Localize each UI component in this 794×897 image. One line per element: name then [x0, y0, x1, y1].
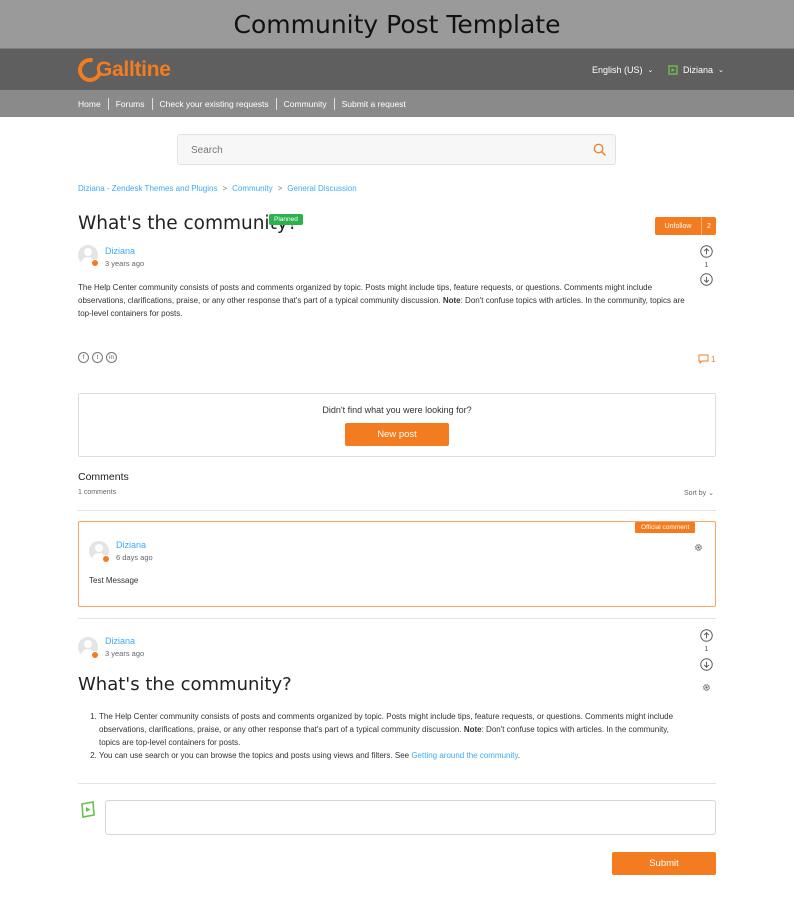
chevron-down-icon: ⌄: [647, 67, 654, 74]
submit-button[interactable]: Submit: [612, 852, 716, 875]
status-badge: Planned: [269, 214, 303, 225]
post-author[interactable]: Diziana: [105, 246, 135, 256]
template-title-bar: Community Post Template: [0, 0, 794, 49]
list-item: The Help Center community consists of po…: [99, 710, 690, 749]
sort-by-dropdown[interactable]: Sort by ⌄: [684, 489, 714, 497]
comment-reply-textarea[interactable]: [105, 800, 716, 835]
vote-count: 1: [704, 646, 709, 653]
breadcrumb-link[interactable]: Diziana - Zendesk Themes and Plugins: [78, 184, 217, 193]
user-name: Diziana: [683, 65, 714, 75]
comment-author[interactable]: Diziana: [105, 636, 135, 646]
new-post-question: Didn't find what you were looking for?: [322, 405, 472, 415]
breadcrumb: Diziana - Zendesk Themes and Plugins > C…: [78, 184, 357, 193]
comments-heading: Comments: [78, 471, 129, 483]
search-box: [177, 134, 616, 166]
logo[interactable]: Galltine: [73, 53, 171, 87]
search-input[interactable]: [178, 135, 573, 166]
logo-text: Galltine: [96, 58, 171, 81]
comment-message: Test Message: [89, 576, 139, 585]
list-item: You can use search or you can browse the…: [99, 749, 690, 762]
comment-title: What's the community?: [78, 674, 292, 695]
post-time: 3 years ago: [105, 259, 145, 268]
unfollow-button[interactable]: Unfollow 2: [655, 217, 716, 235]
post-body: The Help Center community consists of po…: [78, 283, 685, 318]
vote-up-icon[interactable]: [700, 245, 713, 258]
breadcrumb-separator: >: [277, 184, 283, 193]
comment-bubble-icon: [698, 354, 709, 364]
search-icon[interactable]: [593, 143, 606, 156]
breadcrumb-link[interactable]: Community: [232, 184, 272, 193]
comment-time: 3 years ago: [105, 649, 145, 658]
breadcrumb-separator: >: [222, 184, 228, 193]
agent-badge-icon: [91, 651, 99, 659]
facebook-icon[interactable]: f: [78, 352, 89, 363]
twitter-icon[interactable]: t: [92, 352, 103, 363]
comments-count: 1 comments: [78, 489, 117, 496]
vote-count: 1: [704, 262, 709, 269]
official-comment: [78, 521, 716, 607]
comment-time: 6 days ago: [116, 553, 153, 562]
official-comment-badge: Official comment: [635, 522, 696, 533]
user-menu[interactable]: Diziana ⌄: [668, 65, 724, 75]
vote-down-icon[interactable]: [700, 273, 713, 286]
gear-icon[interactable]: [702, 683, 711, 692]
gear-icon[interactable]: [694, 543, 703, 552]
chevron-down-icon: ⌄: [708, 490, 715, 497]
getting-around-link[interactable]: Getting around the community: [411, 751, 518, 760]
divider: [78, 510, 716, 511]
nav-forums[interactable]: Forums: [107, 97, 152, 110]
language-selector[interactable]: English (US) ⌄: [592, 65, 653, 75]
post-title: What's the community?: [78, 213, 298, 234]
user-avatar-icon: [81, 801, 95, 818]
template-title: Community Post Template: [233, 9, 561, 39]
new-post-button[interactable]: New post: [345, 423, 449, 446]
follower-count: 2: [701, 217, 716, 235]
divider: [78, 618, 716, 619]
nav-home[interactable]: Home: [78, 98, 108, 110]
vote-down-icon[interactable]: [700, 658, 713, 671]
vote-up-icon[interactable]: [700, 629, 713, 642]
nav-check-requests[interactable]: Check your existing requests: [151, 97, 276, 110]
comment-body: The Help Center community consists of po…: [78, 710, 690, 762]
unfollow-label: Unfollow: [664, 222, 692, 230]
nav-submit-request[interactable]: Submit a request: [333, 97, 413, 110]
divider: [78, 783, 716, 784]
comment-author[interactable]: Diziana: [116, 540, 146, 550]
language-label: English (US): [592, 65, 643, 75]
breadcrumb-link[interactable]: General Discussion: [287, 184, 356, 193]
nav-links: Home Forums Check your existing requests…: [78, 90, 413, 117]
comment-count: 1: [711, 354, 716, 364]
agent-badge-icon: [102, 555, 110, 563]
share-links: f t in: [78, 352, 117, 363]
chevron-down-icon: ⌄: [718, 67, 724, 74]
user-avatar-icon: [668, 65, 678, 75]
comment-count-link[interactable]: 1: [698, 354, 715, 364]
nav-community[interactable]: Community: [275, 97, 334, 110]
linkedin-icon[interactable]: in: [106, 352, 117, 363]
agent-badge-icon: [91, 259, 99, 267]
